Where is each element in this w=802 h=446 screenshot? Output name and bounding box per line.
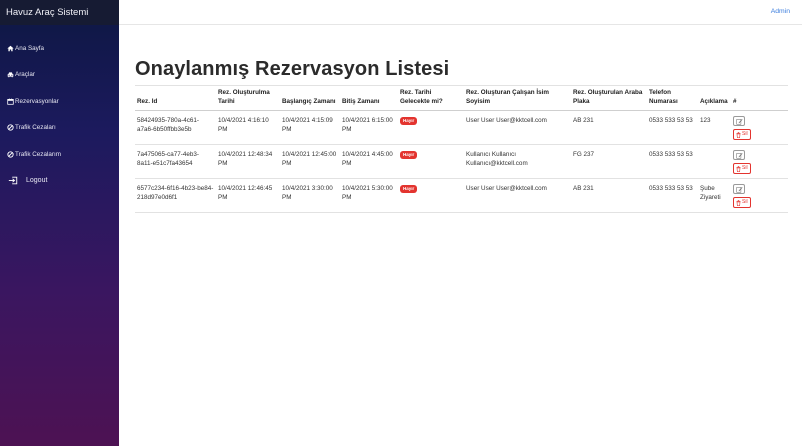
edit-icon [735,152,743,159]
cell-future: Hayır [398,144,464,179]
cell-future: Hayır [398,178,464,213]
sidebar-nav: Ana Sayfa Araçlar Rezervasyonlar Trafik … [0,35,119,194]
delete-label: Sil [742,165,748,171]
sidebar-item-reservations[interactable]: Rezervasyonlar [0,88,119,115]
status-badge: Hayır [400,117,418,125]
col-header-created: Rez. Oluşturulma Tarihi [216,85,280,111]
col-header-end: Bitiş Zamanı [340,85,398,111]
trash-icon [736,199,741,206]
sidebar-item-label: Trafik Cezalarım [15,150,61,158]
cell-desc: Şube Ziyareti [698,178,731,213]
main-content: Onaylanmış Rezervasyon Listesi Rez. Id R… [135,25,792,213]
table-row: 7a475065-ca77-4eb3-8a11-e51c7fa43654 10/… [135,144,788,179]
admin-user-link[interactable]: Admin [771,8,790,15]
sidebar-item-traffic-fines[interactable]: Trafik Cezaları [0,115,119,142]
sidebar: Havuz Araç Sistemi Ana Sayfa Araçlar Rez… [0,0,119,446]
page-title: Onaylanmış Rezervasyon Listesi [135,58,450,80]
trash-icon [736,131,741,138]
edit-icon [735,118,743,125]
restricted-icon [6,124,14,131]
col-header-phone: Telefon Numarası [647,85,698,111]
brand-title: Havuz Araç Sistemi [0,0,119,25]
cell-start: 10/4/2021 12:45:00 PM [280,144,340,179]
delete-button[interactable]: Sil [733,163,751,174]
cell-desc: 123 [698,110,731,145]
sidebar-item-cars[interactable]: Araçlar [0,62,119,89]
delete-button[interactable]: Sil [733,129,751,140]
cell-plate: AB 231 [571,110,647,145]
cell-id: 6577c234-6f16-4b23-be84-218d97e0d6f1 [135,178,216,213]
cell-created: 10/4/2021 12:48:34 PM [216,144,280,179]
edit-icon [735,186,743,193]
cell-plate: FG 237 [571,144,647,179]
cell-end: 10/4/2021 6:15:00 PM [340,110,398,145]
status-badge: Hayır [400,185,418,193]
logout-icon [6,176,20,185]
cell-end: 10/4/2021 4:45:00 PM [340,144,398,179]
col-header-actions: # [731,85,788,111]
table-header-row: Rez. Id Rez. Oluşturulma Tarihi Başlangı… [135,85,788,111]
cell-employee: User User User@kktcell.com [464,110,571,145]
col-header-future: Rez. Tarihi Gelecekte mi? [398,85,464,111]
calendar-icon [6,98,14,105]
cell-created: 10/4/2021 4:16:10 PM [216,110,280,145]
sidebar-item-label: Trafik Cezaları [15,124,56,132]
sidebar-item-label: Rezervasyonlar [15,97,59,105]
cell-start: 10/4/2021 4:15:09 PM [280,110,340,145]
cell-employee: User User User@kktcell.com [464,178,571,213]
delete-label: Sil [742,199,748,205]
delete-label: Sil [742,131,748,137]
cell-plate: AB 231 [571,178,647,213]
cell-start: 10/4/2021 3:30:00 PM [280,178,340,213]
restricted-icon [6,151,14,158]
cell-created: 10/4/2021 12:46:45 PM [216,178,280,213]
reservations-table: Rez. Id Rez. Oluşturulma Tarihi Başlangı… [135,85,788,213]
cell-phone: 0533 533 53 53 [647,144,698,179]
cell-end: 10/4/2021 5:30:00 PM [340,178,398,213]
topbar: Admin [119,0,802,25]
col-header-id: Rez. Id [135,85,216,111]
cell-phone: 0533 533 53 53 [647,110,698,145]
sidebar-item-label: Logout [26,177,48,185]
sidebar-item-label: Ana Sayfa [15,44,45,52]
delete-button[interactable]: Sil [733,197,751,208]
edit-button[interactable] [733,184,745,194]
cell-actions: Sil [731,110,788,145]
table-row: 6577c234-6f16-4b23-be84-218d97e0d6f1 10/… [135,178,788,213]
sidebar-item-logout[interactable]: Logout [0,168,119,195]
col-header-plate: Rez. Oluşturulan Araba Plaka [571,85,647,111]
home-icon [6,45,14,52]
sidebar-item-my-traffic-fines[interactable]: Trafik Cezalarım [0,141,119,168]
cell-id: 58424935-780a-4c61-a7a6-6b50ffbb3e5b [135,110,216,145]
car-icon [6,71,14,78]
cell-id: 7a475065-ca77-4eb3-8a11-e51c7fa43654 [135,144,216,179]
table-row: 58424935-780a-4c61-a7a6-6b50ffbb3e5b 10/… [135,110,788,145]
sidebar-item-label: Araçlar [15,71,35,79]
edit-button[interactable] [733,116,745,126]
col-header-desc: Açıklama [698,85,731,111]
cell-desc [698,144,731,179]
cell-employee: Kullanıcı Kullanıcı Kullanıcı@kktcell.co… [464,144,571,179]
cell-phone: 0533 533 53 53 [647,178,698,213]
col-header-start: Başlangıç Zamanı [280,85,340,111]
edit-button[interactable] [733,150,745,160]
cell-actions: Sil [731,144,788,179]
cell-actions: Sil [731,178,788,213]
sidebar-item-home[interactable]: Ana Sayfa [0,35,119,62]
cell-future: Hayır [398,110,464,145]
status-badge: Hayır [400,151,418,159]
trash-icon [736,165,741,172]
col-header-employee: Rez. Oluşturan Çalışan İsim Soyisim [464,85,571,111]
